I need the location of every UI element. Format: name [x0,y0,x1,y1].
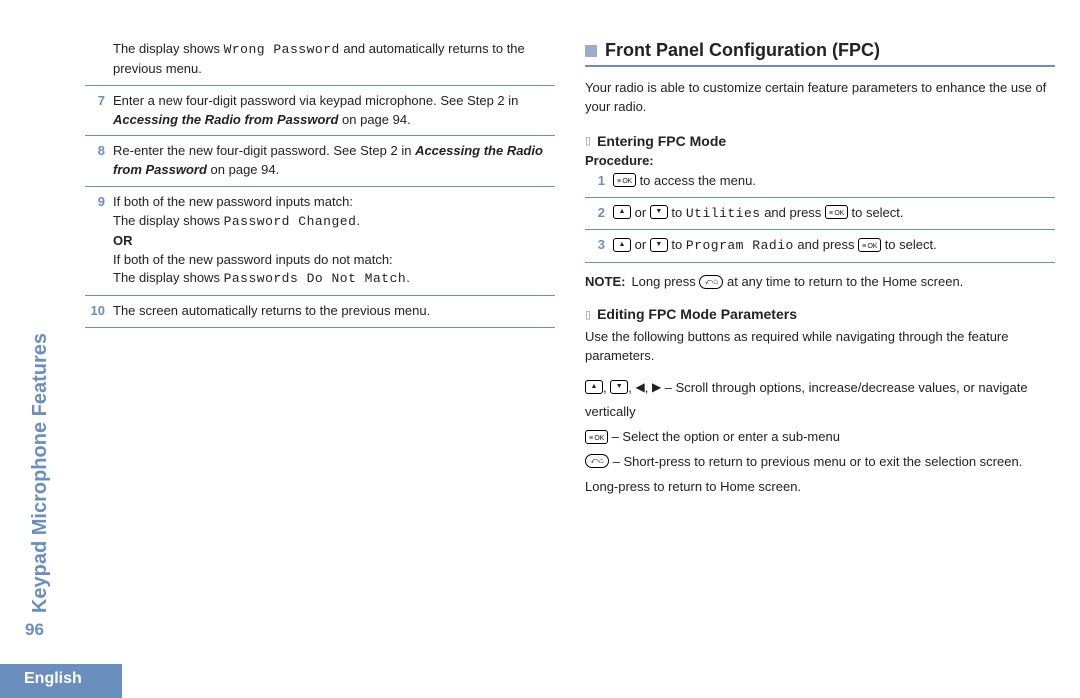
text: – Short-press to return to previous menu… [585,454,1022,494]
down-icon [650,205,668,219]
section-title-vertical: Keypad Microphone Features [29,333,52,613]
text: The display shows [113,270,224,285]
right-icon [652,381,661,393]
menu-ok-icon [613,173,636,187]
language-bar: English [0,664,1080,698]
display-text: Passwords Do Not Match [224,271,407,286]
text: – Select the option or enter a sub-menu [608,429,840,444]
text: Enter a new four-digit password via keyp… [113,93,518,108]
step-number: 2 [585,204,605,224]
menu-item: Program Radio [686,238,794,253]
section-heading: Front Panel Configuration (FPC) [585,40,1055,67]
sidebar: Keypad Microphone Features [25,40,55,623]
text: to [668,205,686,220]
sub-heading-text: Editing FPC Mode Parameters [597,306,797,322]
menu-ok-icon [585,430,608,444]
text: . [406,270,410,285]
menu-item: Utilities [686,206,761,221]
button-row-return: – Short-press to return to previous menu… [585,450,1055,499]
step-number: 1 [585,172,605,191]
text: or [631,205,650,220]
right-column: Front Panel Configuration (FPC) Your rad… [585,40,1055,623]
procedure-label: Procedure: [585,153,1055,168]
step-number: 9 [85,193,105,289]
menu-ok-icon [825,205,848,219]
text: on page 94. [338,112,410,127]
step-number: 7 [85,92,105,130]
text: The display shows [113,213,224,228]
button-row-select: – Select the option or enter a sub-menu [585,425,1055,450]
left-icon [635,381,644,393]
step-number: 3 [585,236,605,256]
text: and press [761,205,825,220]
fpc-step-1: 1 to access the menu. [585,172,1055,198]
text: to [668,237,686,252]
display-text: Password Changed [224,214,357,229]
text: at any time to return to the Home screen… [723,274,963,289]
note-label: NOTE: [585,273,625,292]
text: If both of the new password inputs do no… [113,251,555,270]
up-icon [585,380,603,394]
step-10: 10 The screen automatically returns to t… [85,296,555,328]
step-number: 10 [85,302,105,321]
step-8: 8 Re-enter the new four-digit password. … [85,136,555,187]
text: Long press [631,274,699,289]
step-7: 7 Enter a new four-digit password via ke… [85,86,555,137]
step-number: 8 [85,142,105,180]
left-column: The display shows Wrong Password and aut… [85,40,555,623]
up-icon [613,238,631,252]
button-row-scroll: , , , – Scroll through options, increase… [585,376,1055,425]
square-icon [585,45,597,57]
text: to access the menu. [636,173,756,188]
text: . [356,213,360,228]
text: If both of the new password inputs match… [113,193,555,212]
arrow-icon: ▯ [585,308,591,321]
heading-text: Front Panel Configuration (FPC) [605,40,880,61]
text: on page 94. [207,162,279,177]
page-content: Keypad Microphone Features The display s… [0,0,1080,623]
note: NOTE: Long press at any time to return t… [585,273,1055,292]
home-icon [699,275,723,289]
step-9: 9 If both of the new password inputs mat… [85,187,555,296]
menu-ok-icon [858,238,881,252]
intro-line: The display shows Wrong Password and aut… [85,40,555,86]
down-icon [610,380,628,394]
arrow-icon: ▯ [585,134,591,147]
text: Re-enter the new four-digit password. Se… [113,143,415,158]
fpc-step-3: 3 or to Program Radio and press to selec… [585,230,1055,263]
text: to select. [881,237,937,252]
home-icon [585,454,609,468]
text: The screen automatically returns to the … [113,302,555,321]
text: The display shows [113,41,224,56]
sub-heading-entering: ▯ Entering FPC Mode [585,133,1055,149]
intro-text: Your radio is able to customize certain … [585,79,1055,117]
fpc-step-2: 2 or to Utilities and press to select. [585,198,1055,231]
up-icon [613,205,631,219]
reference: Accessing the Radio from Password [113,112,338,127]
down-icon [650,238,668,252]
text: and press [794,237,858,252]
display-text: Wrong Password [224,42,340,57]
sub-heading-editing: ▯ Editing FPC Mode Parameters [585,306,1055,322]
page-number: 96 [25,620,44,640]
or-label: OR [113,232,555,251]
text: Use the following buttons as required wh… [585,328,1055,366]
text: or [631,237,650,252]
language-label: English [0,664,122,698]
text: to select. [848,205,904,220]
sub-heading-text: Entering FPC Mode [597,133,726,149]
